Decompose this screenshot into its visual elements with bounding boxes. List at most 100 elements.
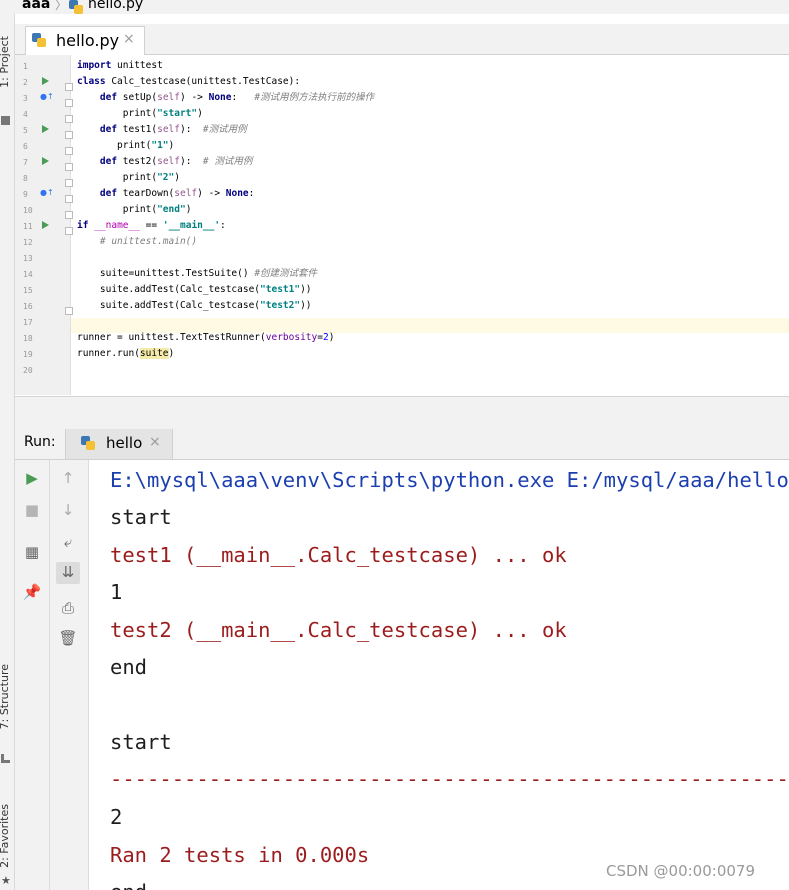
line-number: 12 [23,238,33,247]
soft-wrap-icon[interactable]: ⤶ [56,532,80,554]
console-line: 2 [110,805,123,829]
run-panel-header: Run: hello × [15,429,789,460]
line-number: 4 [23,110,28,119]
code-line-7[interactable]: def test2(self): # 测试用例 [77,154,777,170]
run-test-icon[interactable] [42,125,49,133]
pin-icon[interactable]: 📌 [20,582,44,604]
line-number: 15 [23,286,33,295]
arrow-down-icon[interactable]: ↓ [56,500,80,522]
console-line: 1 [110,580,123,604]
trash-icon[interactable]: 🗑 [56,628,80,650]
fold-icon[interactable] [65,307,73,315]
left-tool-strip: 1: Project 7: Structure 2: Favorites ★ [0,14,15,890]
code-line-15[interactable]: suite.addTest(Calc_testcase("test1")) [77,282,777,298]
run-toolbar-primary: ▶ ■ ▦ 📌 [15,460,50,890]
override-icon[interactable]: ●↑ [40,92,54,101]
layout-icon[interactable]: ▦ [20,542,44,564]
line-number: 6 [23,142,28,151]
fold-icon[interactable] [65,131,73,139]
line-number: 1 [23,62,28,71]
line-number: 18 [23,334,33,343]
run-test-icon[interactable] [42,157,49,165]
structure-tool-tab[interactable]: 7: Structure [0,664,11,729]
python-file-icon [69,0,83,14]
code-editor[interactable]: 1 2 3 4 5 6 7 8 9 10 11 12 13 14 15 16 1… [15,55,789,395]
favorites-tool-tab[interactable]: 2: Favorites [0,804,11,868]
console-line: test2 (__main__.Calc_testcase) ... ok [110,618,567,642]
run-toolbar-secondary: ↑ ↓ ⤶ ⇊ ⎙ 🗑 [50,460,89,890]
line-number: 20 [23,366,33,375]
code-line-4[interactable]: print("start") [77,106,777,122]
line-number: 17 [23,318,33,327]
code-line-1[interactable]: import unittest [77,58,777,74]
code-line-8[interactable]: print("2") [77,170,777,186]
code-line-9[interactable]: def tearDown(self) -> None: [77,186,777,202]
code-line-12[interactable]: # unittest.main() [77,234,777,250]
breadcrumb: aaa 〉 hello.py [0,0,789,14]
console-line: start [110,505,172,529]
console-output[interactable]: E:\mysql\aaa\venv\Scripts\python.exe E:/… [89,460,789,890]
line-number: 11 [23,222,33,231]
console-line: Ran 2 tests in 0.000s [110,843,370,867]
fold-icon[interactable] [65,179,73,187]
project-folder-icon [1,116,10,125]
run-main-icon[interactable] [42,221,49,229]
editor-gutter: 1 2 3 4 5 6 7 8 9 10 11 12 13 14 15 16 1… [15,55,73,395]
line-number: 7 [23,158,28,167]
stop-icon[interactable]: ■ [20,500,44,522]
line-number: 8 [23,174,28,183]
line-number: 13 [23,254,33,263]
run-tab-hello[interactable]: hello × [65,429,173,459]
breadcrumb-project[interactable]: aaa [22,0,50,12]
tab-label: hello.py [56,31,120,50]
print-icon[interactable]: ⎙ [56,598,80,620]
star-icon: ★ [1,874,11,887]
console-line: E:\mysql\aaa\venv\Scripts\python.exe E:/… [110,468,789,492]
console-line: test1 (__main__.Calc_testcase) ... ok [110,543,567,567]
code-line-10[interactable]: print("end") [77,202,777,218]
python-file-icon [32,33,46,47]
panel-separator[interactable] [15,396,789,429]
project-tool-tab[interactable]: 1: Project [0,36,11,88]
code-line-14[interactable]: suite=unittest.TestSuite() #创建测试套件 [77,266,777,282]
fold-icon[interactable] [65,227,73,235]
code-line-19[interactable]: runner.run(suite) [77,346,777,362]
code-line-18[interactable]: runner = unittest.TextTestRunner(verbosi… [77,330,777,346]
structure-icon [1,754,10,763]
code-line-2[interactable]: class Calc_testcase(unittest.TestCase): [77,74,777,90]
fold-icon[interactable] [65,195,73,203]
close-icon[interactable]: × [123,31,135,47]
console-line: start [110,730,172,754]
code-line-11[interactable]: if __name__ == '__main__': [77,218,777,234]
line-number: 14 [23,270,33,279]
breadcrumb-file[interactable]: hello.py [88,0,143,12]
fold-icon[interactable] [65,99,73,107]
code-line-3[interactable]: def setUp(self) -> None: #测试用例方法执行前的操作 [77,90,777,106]
line-number: 2 [23,78,28,87]
editor-tabs: hello.py × [15,24,789,55]
scroll-to-end-icon[interactable]: ⇊ [56,562,80,584]
run-label: Run: [24,434,56,450]
fold-icon[interactable] [65,115,73,123]
console-line: end [110,655,148,679]
run-class-icon[interactable] [42,77,49,85]
run-tab-label: hello [106,434,143,452]
fold-icon[interactable] [65,211,73,219]
console-line: ----------------------------------------… [110,767,789,791]
fold-icon[interactable] [65,147,73,155]
watermark: CSDN @00:00:0079 [606,862,755,880]
line-number: 16 [23,302,33,311]
arrow-up-icon[interactable]: ↑ [56,468,80,490]
code-line-16[interactable]: suite.addTest(Calc_testcase("test2")) [77,298,777,314]
fold-icon[interactable] [65,163,73,171]
tab-hello-py[interactable]: hello.py × [25,26,145,55]
close-icon[interactable]: × [149,434,161,450]
rerun-icon[interactable]: ▶ [20,468,44,490]
code-line-5[interactable]: def test1(self): #测试用例 [77,122,777,138]
override-icon[interactable]: ●↑ [40,188,54,197]
line-number: 5 [23,126,28,135]
python-run-icon [81,436,95,450]
fold-icon[interactable] [65,83,73,91]
line-number: 19 [23,350,33,359]
code-line-6[interactable]: print("1") [77,138,777,154]
